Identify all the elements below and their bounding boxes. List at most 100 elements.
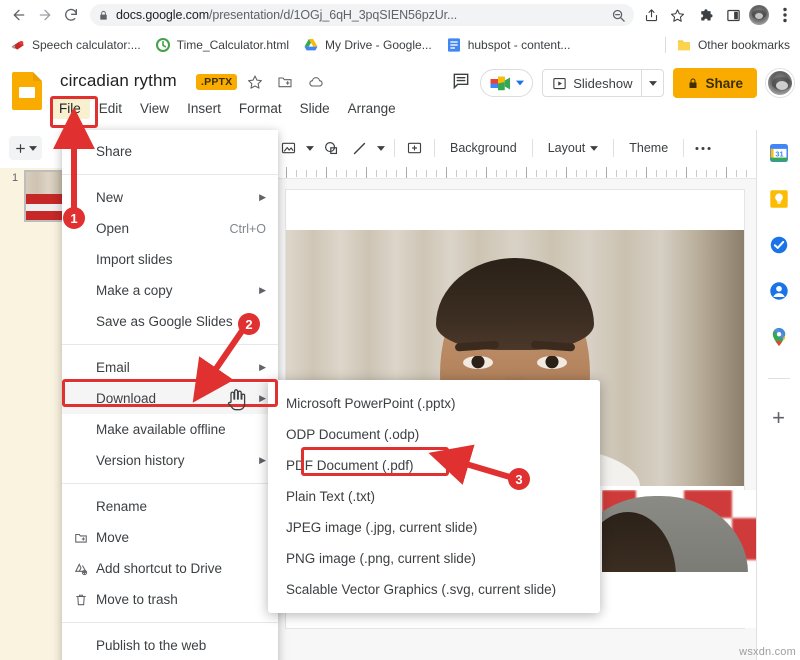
layout-button[interactable]: Layout — [540, 141, 607, 155]
insert-image-button[interactable] — [276, 135, 301, 161]
account-avatar[interactable] — [766, 69, 794, 97]
forward-button[interactable] — [32, 2, 58, 28]
bookmark-item-speech-calculator[interactable]: Speech calculator:... — [10, 37, 141, 53]
file-menu-share[interactable]: Share — [62, 136, 278, 167]
menu-item-label: Publish to the web — [96, 638, 266, 653]
svg-text:31: 31 — [775, 150, 783, 159]
download-option-jpeg[interactable]: JPEG image (.jpg, current slide) — [268, 512, 600, 543]
text-box-icon — [406, 140, 423, 156]
submenu-arrow-icon: ▶ — [259, 393, 266, 404]
text-box-button[interactable] — [402, 135, 427, 161]
download-option-odp[interactable]: ODP Document (.odp) — [268, 419, 600, 450]
menu-item-label: Share — [96, 144, 266, 159]
menu-item-label: Email — [96, 360, 251, 375]
more-options-icon — [695, 146, 711, 151]
google-calendar-icon[interactable]: 31 — [768, 142, 790, 164]
document-title[interactable]: circadian rythm — [60, 71, 177, 91]
share-icon — [644, 8, 659, 23]
zoom-out-icon[interactable] — [611, 8, 626, 23]
google-contacts-icon[interactable] — [768, 280, 790, 302]
bookmark-item-time-calculator[interactable]: Time_Calculator.html — [155, 37, 289, 53]
background-button[interactable]: Background — [442, 141, 525, 155]
add-slide-button[interactable] — [9, 136, 42, 160]
back-button[interactable] — [6, 2, 32, 28]
file-menu-new[interactable]: New ▶ — [62, 182, 278, 213]
side-panel-icon — [726, 8, 741, 23]
format-badge: .PPTX — [196, 74, 237, 90]
comment-history-button[interactable] — [451, 71, 471, 96]
extensions-button[interactable] — [694, 2, 720, 28]
slide-thumbnail-1[interactable] — [24, 170, 64, 222]
download-option-pptx[interactable]: Microsoft PowerPoint (.pptx) — [268, 388, 600, 419]
google-maps-icon[interactable] — [768, 326, 790, 348]
slideshow-button[interactable]: Slideshow — [542, 69, 664, 97]
bookmark-star-button[interactable] — [664, 2, 690, 28]
file-menu-make-available-offline[interactable]: Make available offline — [62, 414, 278, 445]
portrait-hair — [436, 258, 594, 350]
google-keep-icon[interactable] — [768, 188, 790, 210]
menu-item-label: Make available offline — [96, 422, 266, 437]
more-options-button[interactable] — [691, 135, 715, 161]
submenu-arrow-icon: ▶ — [259, 192, 266, 203]
thumbnail-photo-top — [26, 172, 62, 194]
line-button[interactable] — [347, 135, 372, 161]
menu-insert[interactable]: Insert — [178, 98, 230, 119]
download-option-txt[interactable]: Plain Text (.txt) — [268, 481, 600, 512]
bookmark-item-my-drive[interactable]: My Drive - Google... — [303, 37, 432, 53]
profile-avatar-icon[interactable] — [749, 5, 769, 25]
share-button[interactable] — [638, 2, 664, 28]
line-caret[interactable] — [375, 135, 387, 161]
menu-slide[interactable]: Slide — [291, 98, 339, 119]
thumbnail-list — [0, 168, 65, 660]
menu-view[interactable]: View — [131, 98, 178, 119]
lock-icon — [98, 9, 109, 22]
slideshow-main[interactable]: Slideshow — [543, 70, 641, 96]
star-document-button[interactable] — [247, 74, 263, 95]
menu-format[interactable]: Format — [230, 98, 291, 119]
toolbar-divider — [683, 139, 684, 157]
add-app-button[interactable]: + — [772, 407, 785, 429]
share-label: Share — [705, 76, 743, 91]
download-option-svg[interactable]: Scalable Vector Graphics (.svg, current … — [268, 574, 600, 605]
browser-toolbar: docs.google.com/presentation/d/1OGj_6qH_… — [0, 0, 800, 30]
bookmark-item-hubspot[interactable]: hubspot - content... — [446, 37, 571, 53]
move-to-folder-button[interactable] — [277, 74, 293, 95]
slideshow-caret-button[interactable] — [641, 70, 663, 96]
google-meet-button[interactable] — [480, 69, 533, 97]
insert-image-caret[interactable] — [304, 135, 316, 161]
menu-file[interactable]: File — [50, 98, 90, 119]
theme-button[interactable]: Theme — [621, 141, 676, 155]
menu-item-shortcut: Ctrl+O — [230, 222, 266, 236]
shape-button[interactable] — [319, 135, 344, 161]
watermark-text: wsxdn.com — [739, 646, 796, 658]
apps-rail-divider — [768, 378, 790, 379]
cloud-saved-button[interactable] — [307, 74, 325, 95]
file-menu-open[interactable]: Open Ctrl+O — [62, 213, 278, 244]
menu-item-label: Move to trash — [96, 592, 266, 607]
menu-bar: File Edit View Insert Format Slide Arran… — [50, 98, 405, 119]
horizontal-ruler — [276, 166, 756, 179]
share-button[interactable]: Share — [673, 68, 757, 98]
chrome-menu-button[interactable] — [772, 2, 798, 28]
file-menu-rename[interactable]: Rename — [62, 491, 278, 522]
file-menu-publish-to-the-web[interactable]: Publish to the web — [62, 630, 278, 660]
slide-image-secondary[interactable] — [602, 490, 756, 628]
file-menu-make-a-copy[interactable]: Make a copy ▶ — [62, 275, 278, 306]
file-menu-move[interactable]: Move — [62, 522, 278, 553]
play-box-icon — [552, 76, 567, 91]
other-bookmarks-folder[interactable]: Other bookmarks — [676, 37, 790, 53]
file-menu-add-shortcut-to-drive[interactable]: Add shortcut to Drive — [62, 553, 278, 584]
lock-icon — [687, 77, 699, 90]
file-menu-import-slides[interactable]: Import slides — [62, 244, 278, 275]
file-menu-move-to-trash[interactable]: Move to trash — [62, 584, 278, 615]
download-option-png[interactable]: PNG image (.png, current slide) — [268, 543, 600, 574]
google-tasks-icon[interactable] — [768, 234, 790, 256]
reload-button[interactable] — [58, 2, 84, 28]
download-option-pdf[interactable]: PDF Document (.pdf) — [268, 450, 600, 481]
menu-edit[interactable]: Edit — [90, 98, 131, 119]
file-menu-version-history[interactable]: Version history ▶ — [62, 445, 278, 476]
menu-arrange[interactable]: Arrange — [339, 98, 405, 119]
file-menu-email[interactable]: Email ▶ — [62, 352, 278, 383]
side-panel-button[interactable] — [720, 2, 746, 28]
address-bar[interactable]: docs.google.com/presentation/d/1OGj_6qH_… — [90, 4, 634, 26]
